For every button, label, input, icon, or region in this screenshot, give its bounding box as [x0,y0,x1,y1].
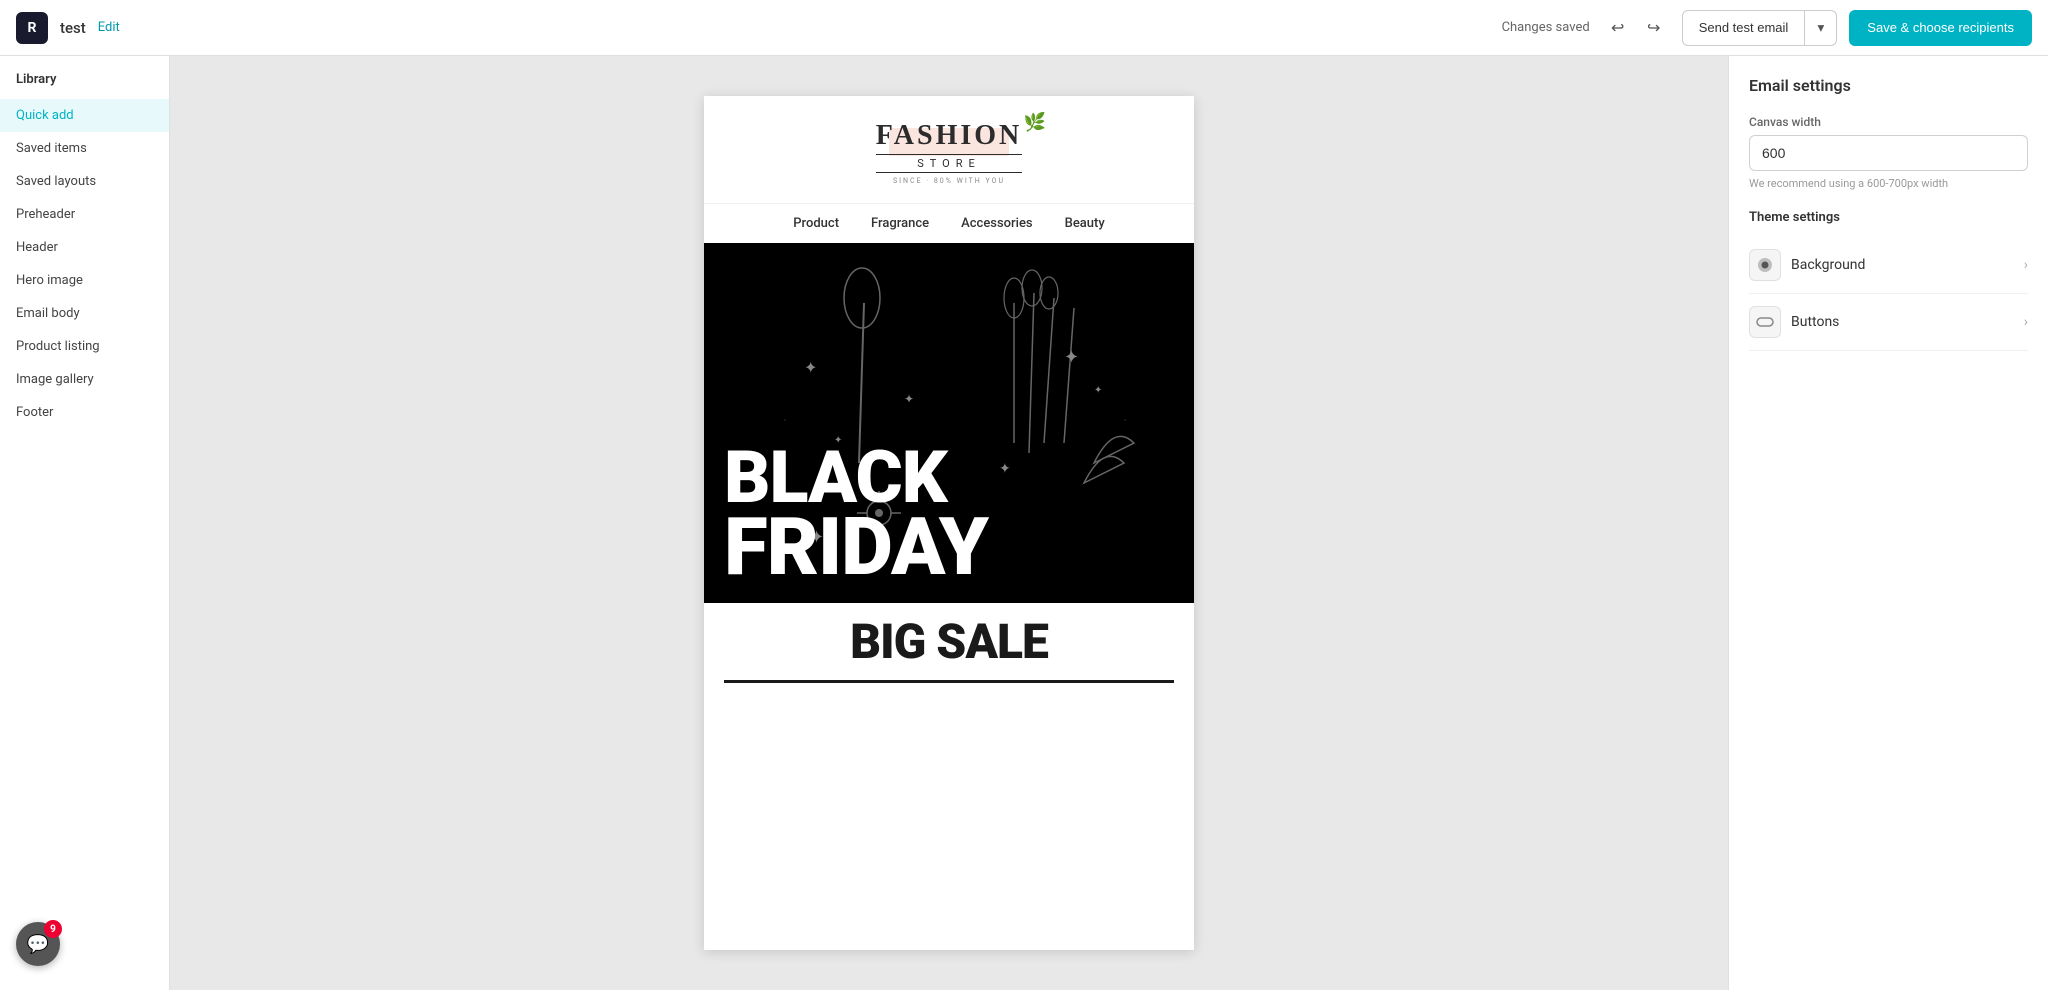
sidebar-item-preheader[interactable]: Preheader [0,198,169,231]
chat-icon: 💬 [27,934,49,955]
nav-item-accessories[interactable]: Accessories [961,216,1032,231]
library-title: Library [0,72,169,99]
redo-button[interactable]: ↪ [1638,12,1670,44]
right-panel: Email settings Canvas width We recommend… [1728,56,2048,990]
nav-item-product[interactable]: Product [793,216,839,231]
nav-item-beauty[interactable]: Beauty [1065,216,1105,231]
fashion-logo-tagline: SINCE · 80% WITH YOU [876,177,1023,185]
background-icon-svg [1756,256,1774,274]
nav-item-fragrance[interactable]: Fragrance [871,216,929,231]
send-test-group: Send test email ▾ [1682,10,1838,46]
canvas-area: FASHION STORE SINCE · 80% WITH YOU 🌿 Pro… [170,56,1728,990]
hero-text-block: BLACK FRIDAY [704,446,1194,603]
edit-link[interactable]: Edit [98,20,120,35]
canvas-width-hint: We recommend using a 600-700px width [1749,177,2028,190]
send-test-dropdown-button[interactable]: ▾ [1805,10,1837,46]
chat-bubble[interactable]: 💬 9 [16,922,60,966]
email-sale-section: BIG SALE [704,603,1194,683]
theme-settings-title: Theme settings [1749,210,2028,225]
save-choose-recipients-button[interactable]: Save & choose recipients [1849,10,2032,46]
save-status: Changes saved [1502,20,1590,35]
sidebar-item-email-body[interactable]: Email body [0,297,169,330]
hero-black-friday-text: BLACK FRIDAY [724,446,1174,583]
email-preview: FASHION STORE SINCE · 80% WITH YOU 🌿 Pro… [704,96,1194,950]
buttons-row-left: Buttons [1749,306,1839,338]
undo-button[interactable]: ↩ [1602,12,1634,44]
send-test-button[interactable]: Send test email [1682,10,1806,46]
hero-friday-text: FRIDAY [724,511,1174,583]
buttons-row[interactable]: Buttons › [1749,294,2028,351]
sidebar-item-image-gallery[interactable]: Image gallery [0,363,169,396]
sidebar-item-footer[interactable]: Footer [0,396,169,429]
sidebar-item-product-listing[interactable]: Product listing [0,330,169,363]
buttons-label: Buttons [1791,314,1839,330]
background-icon [1749,249,1781,281]
background-label: Background [1791,257,1865,273]
background-chevron-icon: › [2024,257,2028,273]
email-logo-section: FASHION STORE SINCE · 80% WITH YOU 🌿 [704,96,1194,203]
chat-badge: 9 [44,920,62,938]
leaf-decoration: 🌿 [1024,112,1046,133]
sidebar: Library Quick add Saved items Saved layo… [0,56,170,990]
buttons-icon-svg [1756,317,1774,327]
fashion-logo: FASHION STORE SINCE · 80% WITH YOU 🌿 [876,120,1023,187]
sidebar-item-saved-layouts[interactable]: Saved layouts [0,165,169,198]
app-logo: R [16,12,48,44]
background-row-left: Background [1749,249,1865,281]
buttons-icon [1749,306,1781,338]
fashion-logo-text: FASHION [876,120,1023,152]
sidebar-item-header[interactable]: Header [0,231,169,264]
main-layout: Library Quick add Saved items Saved layo… [0,56,2048,990]
buttons-chevron-icon: › [2024,314,2028,330]
email-navigation: Product Fragrance Accessories Beauty [704,203,1194,243]
sidebar-item-quick-add[interactable]: Quick add [0,99,169,132]
canvas-width-label: Canvas width [1749,115,2028,129]
undo-redo-group: ↩ ↪ [1602,12,1670,44]
project-name: test [60,19,86,37]
sidebar-item-saved-items[interactable]: Saved items [0,132,169,165]
background-row[interactable]: Background › [1749,237,2028,294]
big-sale-text: BIG SALE [724,603,1174,683]
topbar: R test Edit Changes saved ↩ ↪ Send test … [0,0,2048,56]
email-settings-title: Email settings [1749,76,2028,95]
fashion-logo-store: STORE [876,154,1023,173]
canvas-width-input[interactable] [1749,135,2028,171]
email-hero-section: ✦ ✦ · ✦ ✦ ✦ [704,243,1194,603]
sidebar-item-hero-image[interactable]: Hero image [0,264,169,297]
